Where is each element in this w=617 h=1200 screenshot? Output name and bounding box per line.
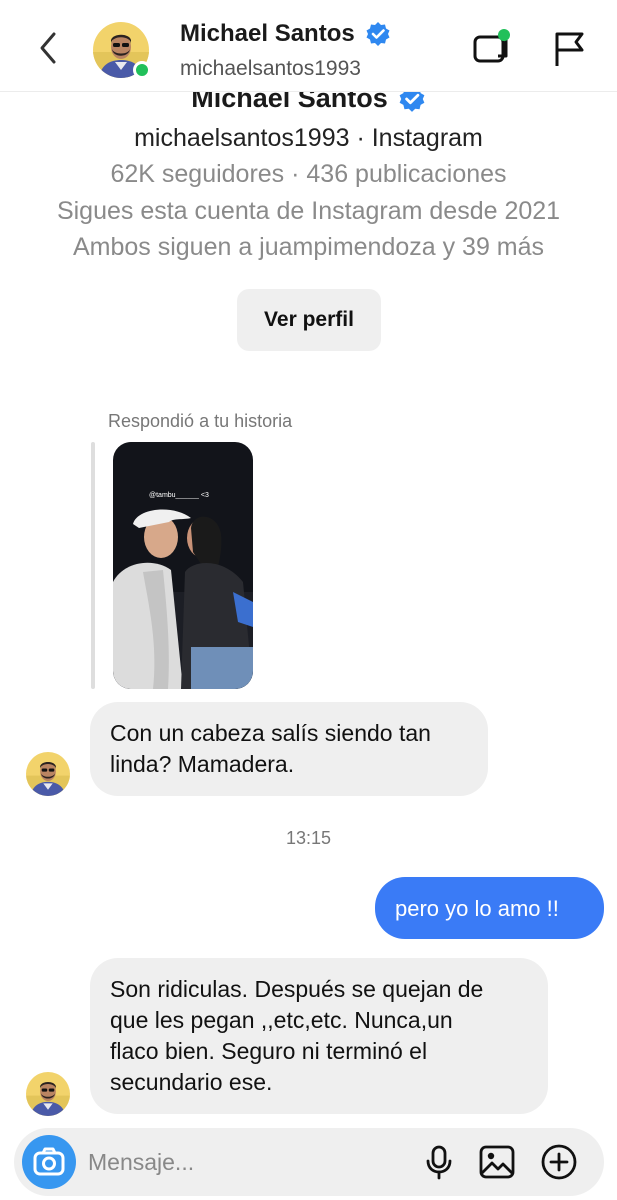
story-reply-caption: Respondió a tu historia [108, 411, 293, 431]
gallery-icon [479, 1145, 515, 1179]
plus-circle-icon [541, 1144, 577, 1180]
profile-mutual-followers: Ambos siguen a juampimendoza y 39 más [72, 233, 545, 261]
microphone-icon [426, 1145, 452, 1180]
view-profile-button[interactable]: Ver perfil [237, 289, 381, 351]
avatar-image [26, 1072, 70, 1116]
report-flag-icon [555, 32, 584, 66]
message-line: Son ridiculas. Después se quejan de [110, 976, 484, 1002]
message-line: Con un cabeza salís siendo tan [110, 720, 431, 746]
incoming-message-bubble[interactable]: Con un cabeza salís siendo tan linda? Ma… [90, 702, 488, 796]
header-avatar[interactable] [93, 22, 151, 79]
sender-avatar[interactable] [26, 1072, 70, 1116]
back-chevron-icon [40, 32, 56, 64]
gallery-button[interactable] [477, 1142, 517, 1182]
online-status-dot [133, 61, 151, 79]
profile-stats: 62K seguidores · 436 publicaciones [110, 160, 507, 188]
verified-badge-icon [366, 22, 390, 46]
camera-button[interactable] [22, 1135, 76, 1189]
profile-following-since: Sigues esta cuenta de Instagram desde 20… [56, 197, 561, 225]
back-button[interactable] [32, 28, 66, 68]
header-username: michaelsantos1993 [180, 57, 361, 80]
sender-avatar[interactable] [26, 752, 70, 796]
message-line: que les pegan ,,etc,etc. Nunca,un [110, 1007, 453, 1033]
video-call-icon [473, 29, 510, 63]
message-text: pero yo lo amo !! [395, 896, 559, 921]
video-call-button[interactable] [470, 26, 514, 70]
profile-subtitle: michaelsantos1993 · Instagram [134, 124, 483, 152]
more-actions-button[interactable] [539, 1142, 579, 1182]
outgoing-message-bubble[interactable]: pero yo lo amo !! [375, 877, 604, 939]
header-name-row[interactable]: Michael Santos [180, 20, 391, 48]
message-line: secundario ese. [110, 1069, 273, 1095]
message-input[interactable] [88, 1138, 408, 1186]
message-line: linda? Mamadera. [110, 751, 295, 777]
voice-message-button[interactable] [419, 1142, 459, 1182]
story-mention-tag: @tambu______ <3 [149, 492, 209, 499]
message-line: flaco bien. Seguro ni terminó el [110, 1038, 428, 1064]
camera-icon [33, 1147, 65, 1176]
message-composer [14, 1128, 604, 1196]
story-reply-quote-bar [91, 442, 95, 689]
chat-header: Michael Santos michaelsantos1993 [0, 0, 617, 92]
report-button[interactable] [549, 26, 589, 70]
story-thumbnail[interactable]: @tambu______ <3 [113, 442, 253, 689]
header-name: Michael Santos [180, 20, 355, 47]
timestamp-separator: 13:15 [285, 828, 332, 848]
incoming-message-bubble[interactable]: Son ridiculas. Después se quejan de que … [90, 958, 548, 1114]
avatar-image [26, 752, 70, 796]
story-photo: @tambu______ <3 [113, 442, 253, 689]
